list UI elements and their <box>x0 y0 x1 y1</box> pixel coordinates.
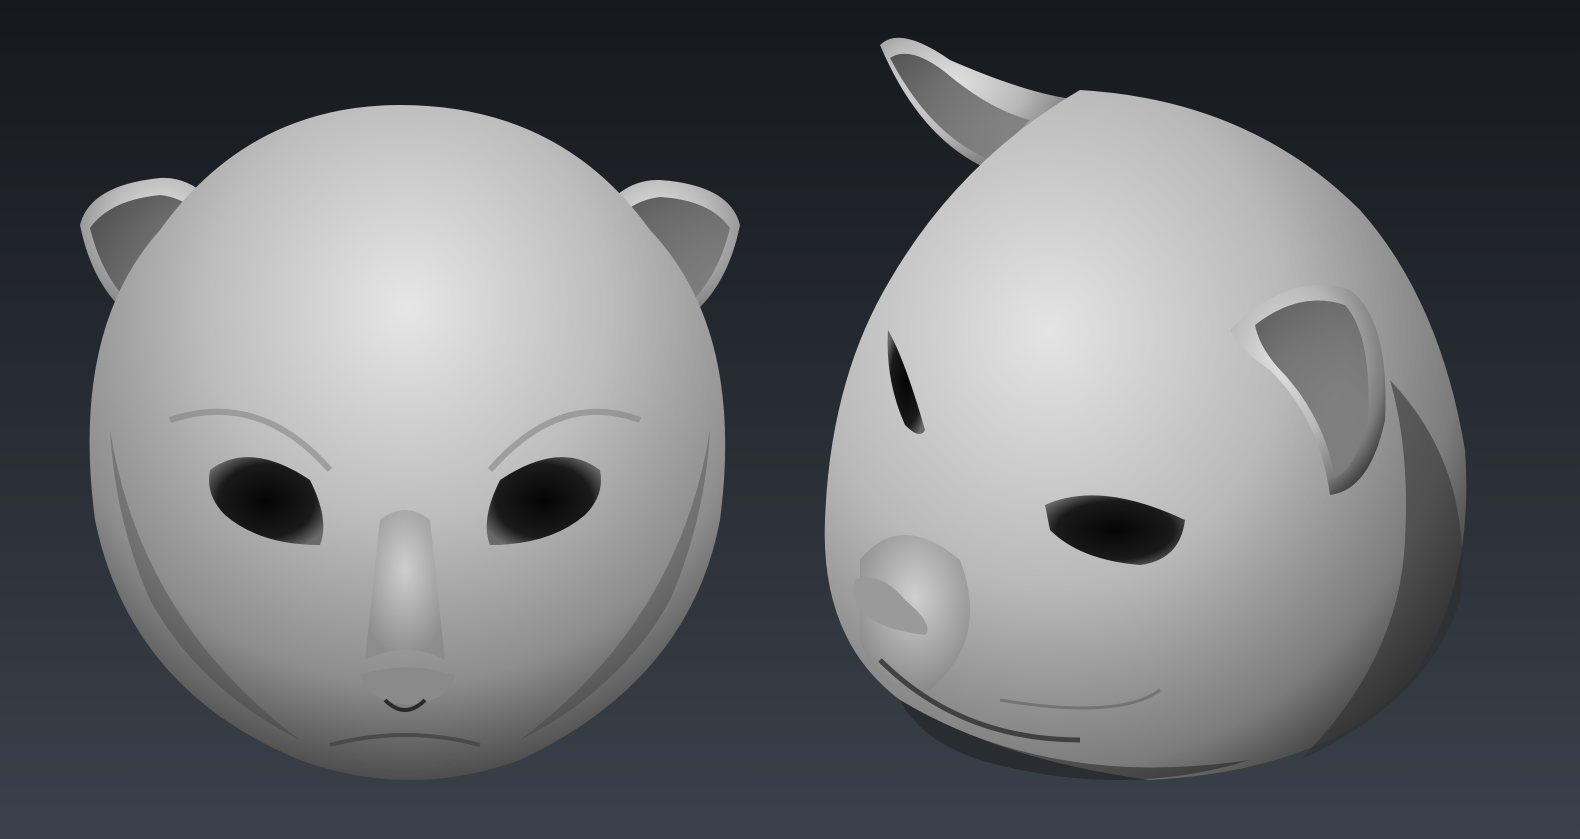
sculpt-render <box>80 37 1467 780</box>
viewport-background <box>0 0 1580 839</box>
cat-head-three-quarter <box>824 37 1467 780</box>
cat-head-front <box>80 105 740 780</box>
